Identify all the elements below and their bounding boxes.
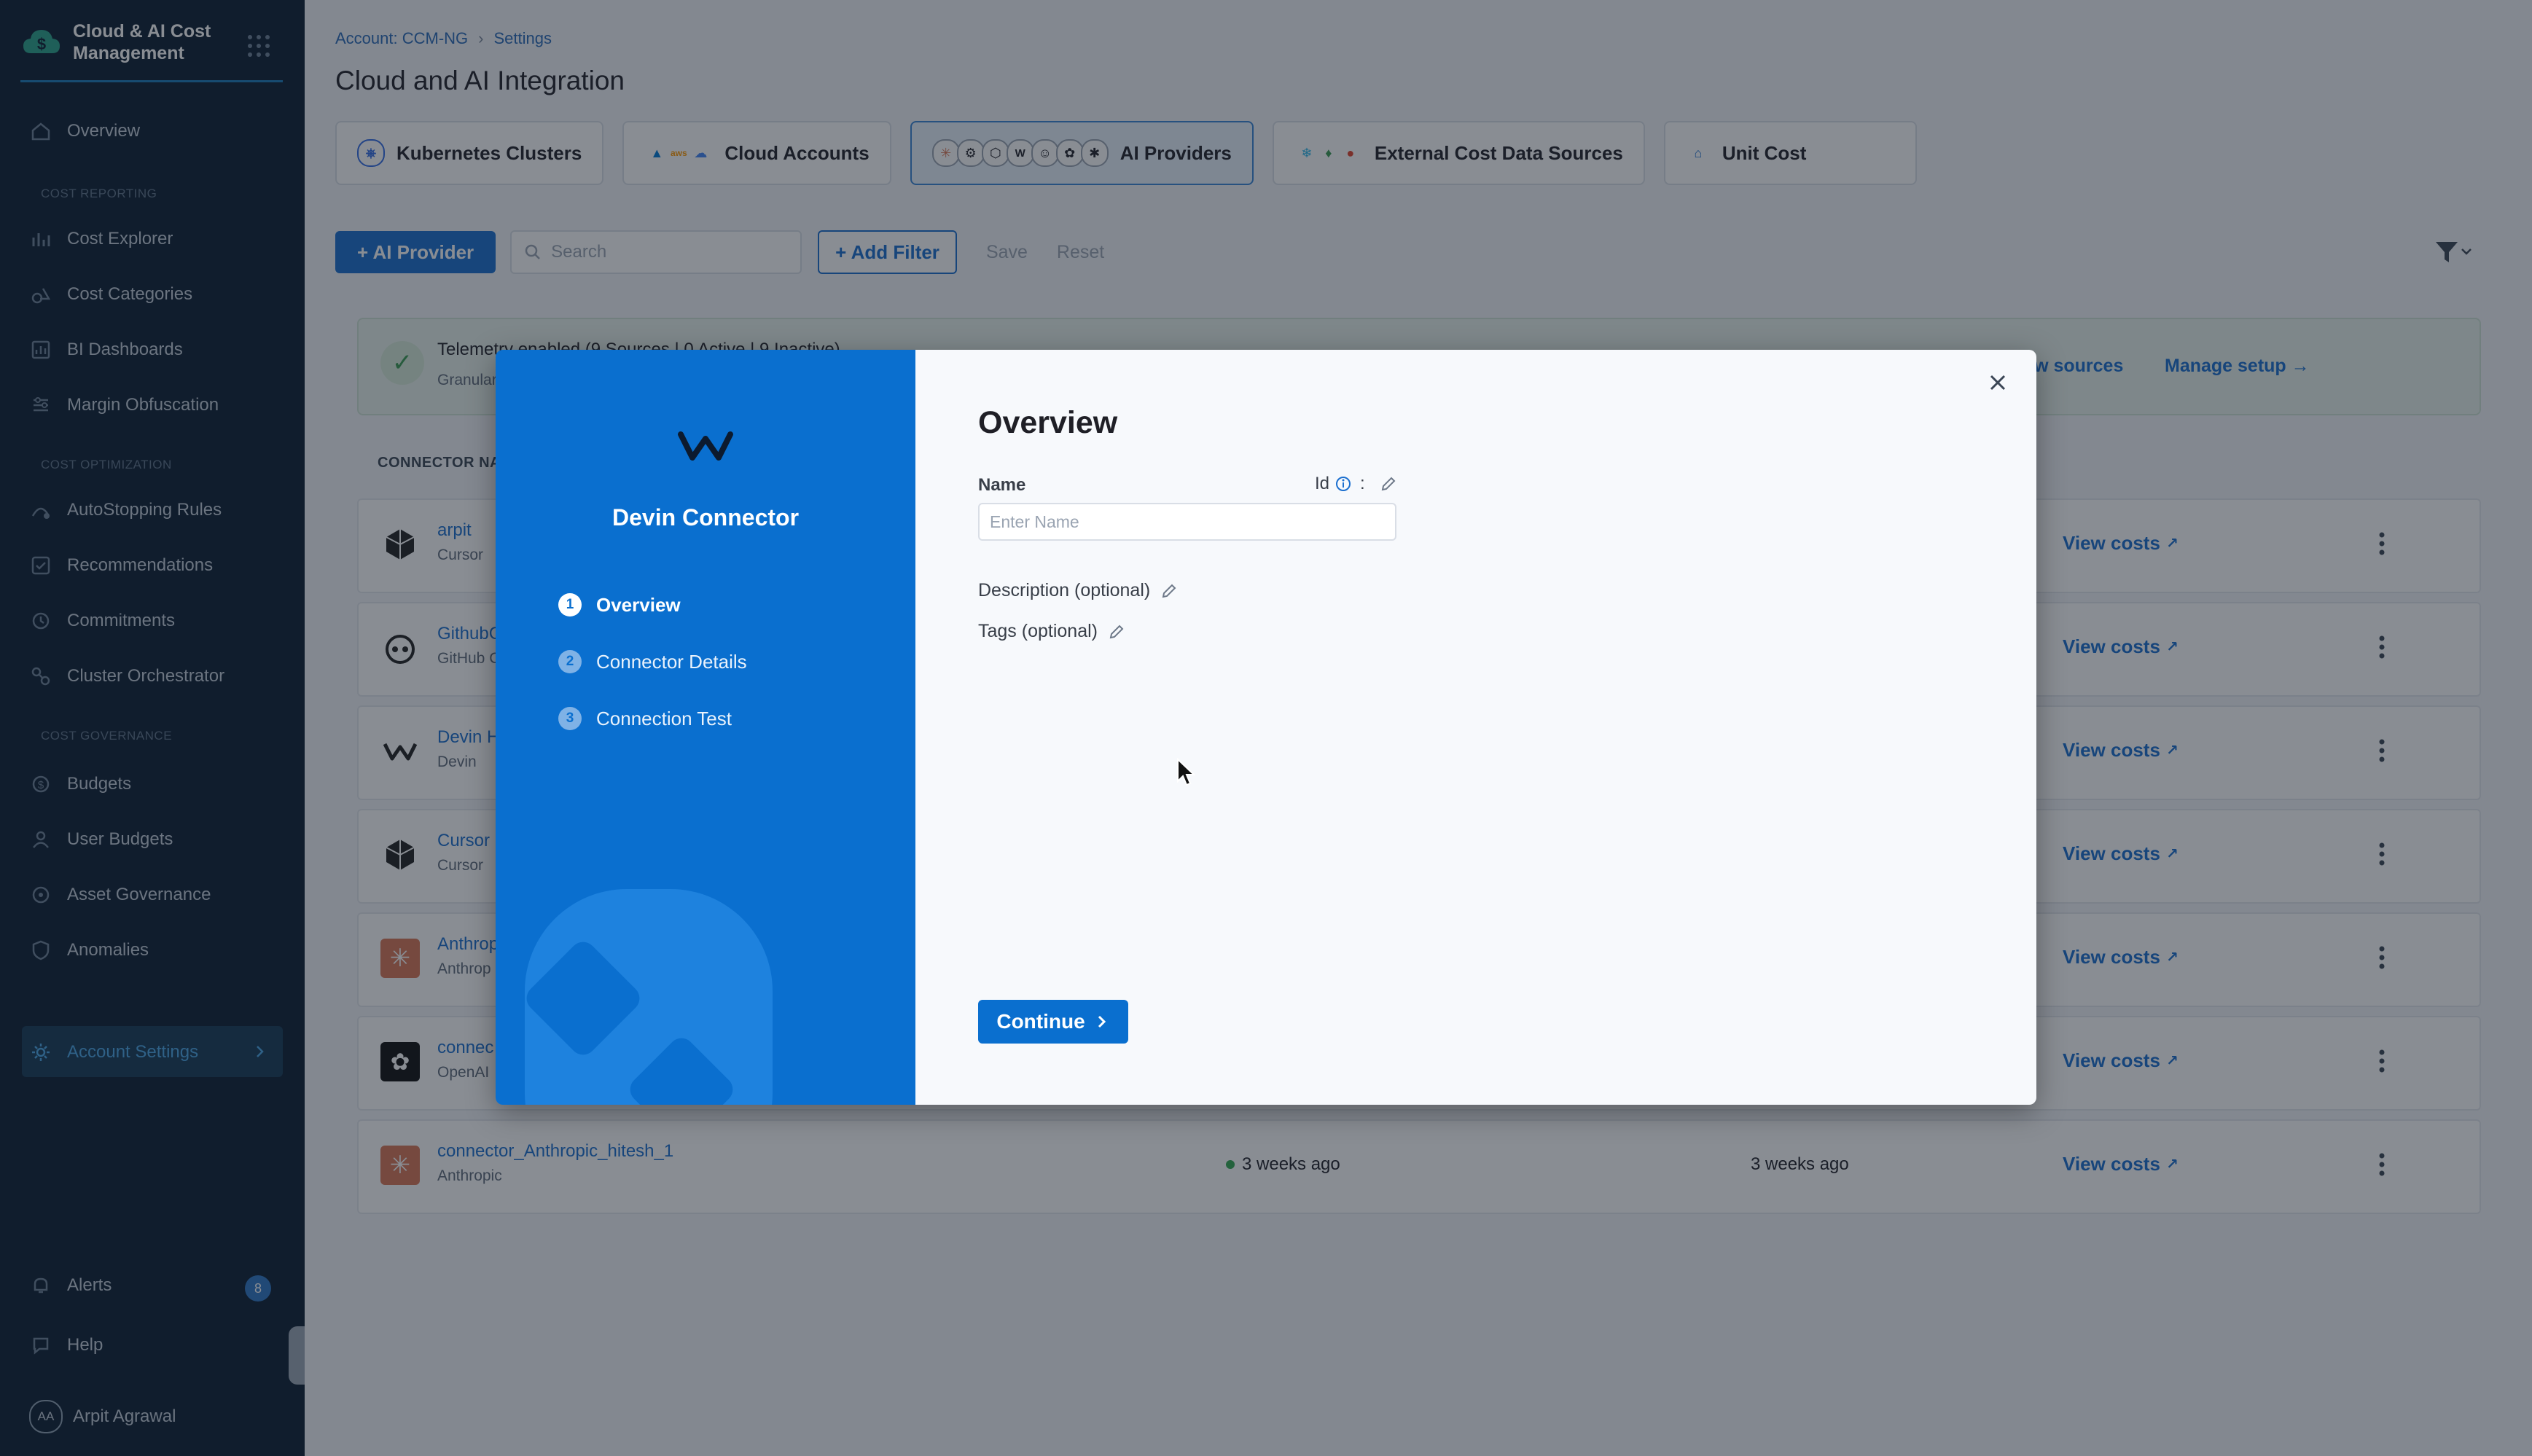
continue-button[interactable]: Continue: [978, 1000, 1128, 1044]
wizard-step-overview[interactable]: 1 Overview: [558, 593, 681, 617]
tags-field[interactable]: Tags (optional): [978, 621, 1125, 642]
wizard-step-connector-details[interactable]: 2 Connector Details: [558, 650, 747, 673]
continue-label: Continue: [996, 1010, 1085, 1033]
overview-heading: Overview: [978, 405, 1118, 440]
info-icon[interactable]: [1335, 476, 1351, 492]
tags-label: Tags (optional): [978, 621, 1098, 641]
step-label: Connector Details: [596, 650, 747, 673]
connector-title: Devin Connector: [611, 504, 800, 531]
close-icon[interactable]: [1987, 372, 2009, 394]
wizard-sidebar: Devin Connector 1 Overview 2 Connector D…: [496, 350, 915, 1105]
chevron-right-icon: [1098, 1015, 1106, 1028]
name-label: Name: [978, 475, 1026, 495]
wizard-step-connection-test[interactable]: 3 Connection Test: [558, 707, 732, 730]
id-separator: :: [1360, 474, 1365, 493]
step-label: Connection Test: [596, 707, 732, 729]
devin-logo-icon: [678, 431, 733, 461]
id-label: Id: [1315, 474, 1330, 493]
edit-tags-pencil-icon[interactable]: [1108, 623, 1125, 641]
name-input[interactable]: [978, 503, 1396, 541]
step-label: Overview: [596, 593, 681, 616]
id-field: Id :: [1315, 474, 1397, 494]
step-number: 1: [558, 593, 582, 617]
step-number: 3: [558, 707, 582, 730]
wizard-content: Overview Name Id : Description (optional…: [915, 350, 2036, 1105]
description-field[interactable]: Description (optional): [978, 580, 1178, 601]
edit-id-pencil-icon[interactable]: [1380, 475, 1397, 493]
step-number: 2: [558, 650, 582, 673]
edit-description-pencil-icon[interactable]: [1160, 582, 1178, 600]
mouse-cursor-icon: [1177, 758, 1195, 786]
description-label: Description (optional): [978, 580, 1151, 600]
devin-connector-modal: Devin Connector 1 Overview 2 Connector D…: [496, 350, 2036, 1105]
decorative-harness-mark-icon: [525, 889, 773, 1105]
